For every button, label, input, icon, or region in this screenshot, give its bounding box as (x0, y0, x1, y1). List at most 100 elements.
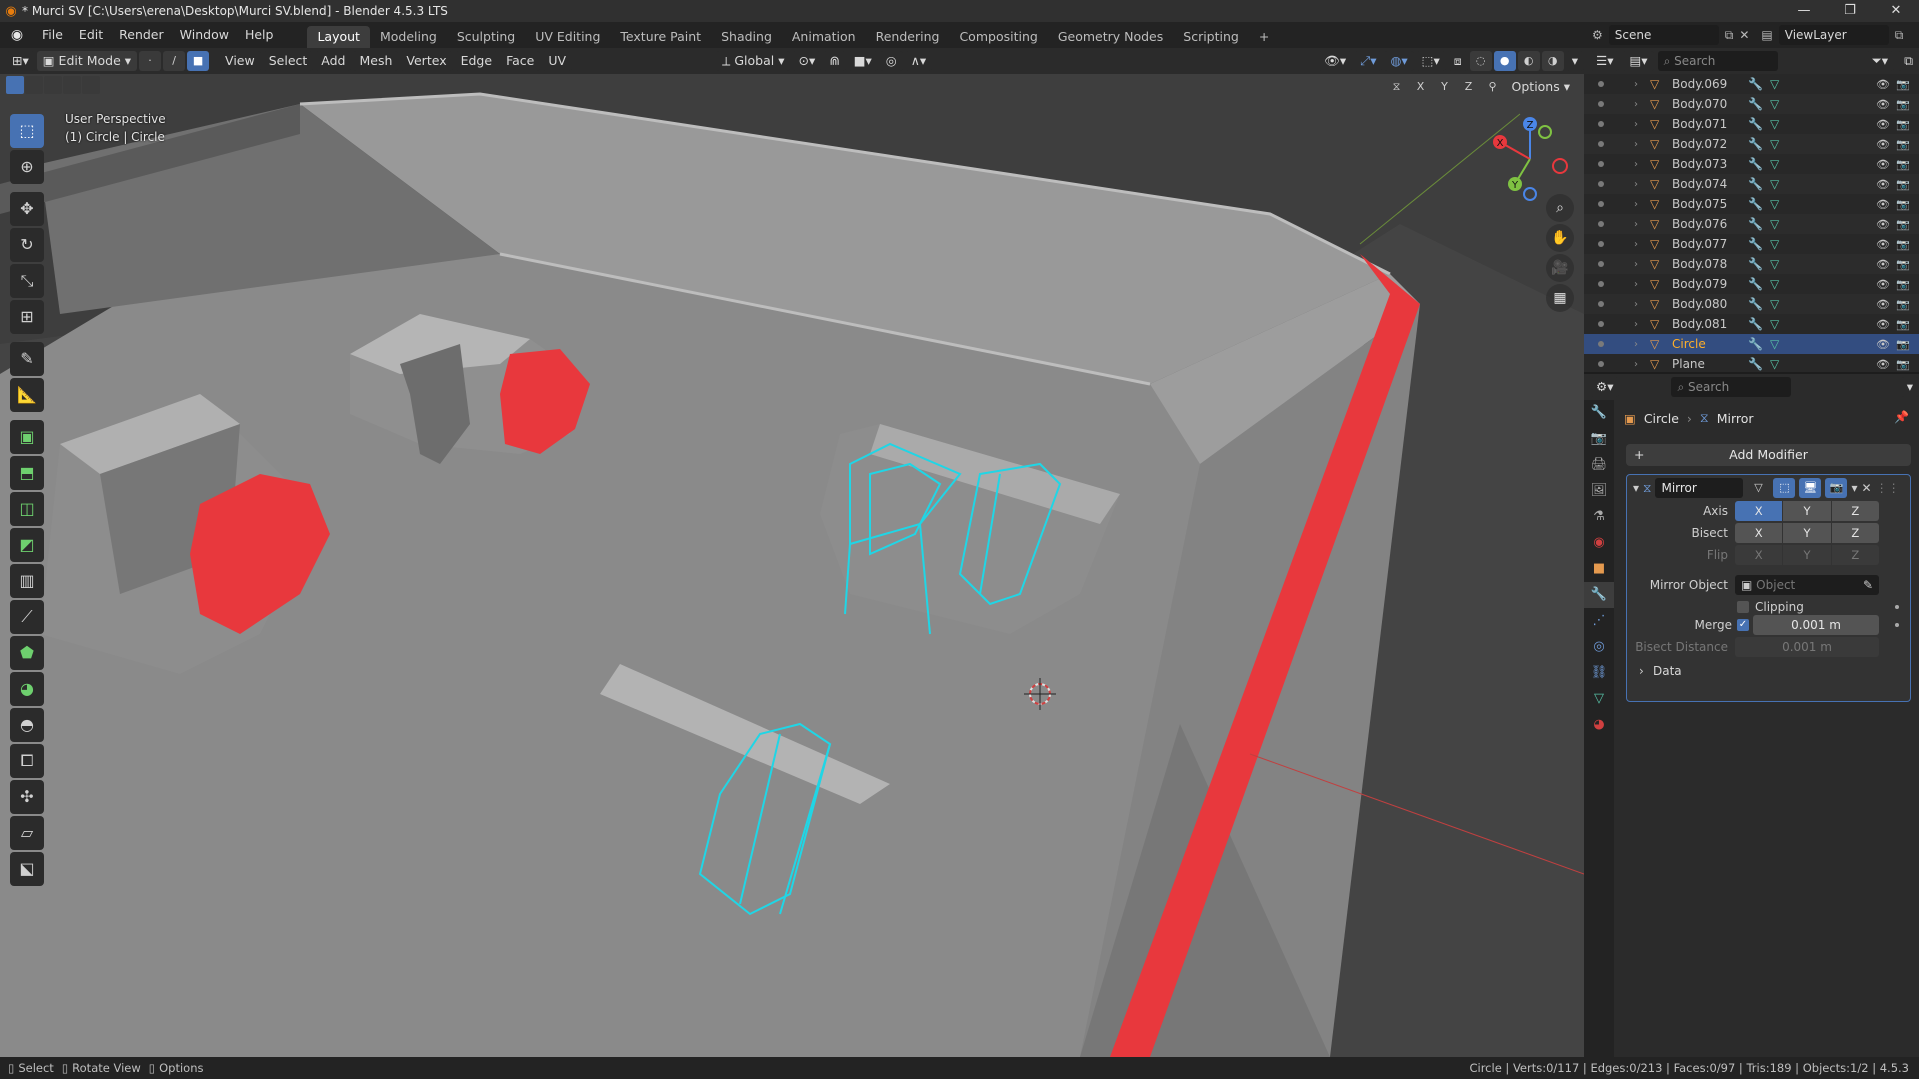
outliner-item-name[interactable]: Plane (1672, 357, 1705, 371)
modifier-icon[interactable]: 🔧 (1748, 177, 1763, 191)
camera-view-icon[interactable]: 🎥 (1546, 254, 1574, 282)
render-camera-icon[interactable]: 📷 (1896, 138, 1910, 151)
outliner-item-name[interactable]: Body.077 (1672, 237, 1727, 251)
mesh-data-icon[interactable]: ▽ (1770, 217, 1779, 231)
mesh-data-icon[interactable]: ▽ (1770, 157, 1779, 171)
expand-chevron-icon[interactable]: › (1634, 79, 1638, 90)
mesh-data-icon[interactable]: ▽ (1770, 177, 1779, 191)
eye-icon[interactable]: 👁 (1876, 298, 1890, 311)
transform-tool-icon[interactable]: ⊞ (10, 300, 44, 334)
tab-uv-editing[interactable]: UV Editing (525, 26, 610, 48)
object-tab-icon[interactable]: ■ (1584, 556, 1614, 582)
display-mode-icon[interactable]: ▤▾ (1623, 51, 1654, 71)
flip-y-toggle[interactable]: Y (1783, 545, 1831, 565)
render-camera-icon[interactable]: 📷 (1896, 338, 1910, 351)
outliner-item-name[interactable]: Body.070 (1672, 97, 1727, 111)
select-subtract-icon[interactable] (44, 76, 62, 94)
transform-orientation-dropdown[interactable]: ⟂ Global ▾ (716, 51, 791, 71)
expand-chevron-icon[interactable]: › (1634, 299, 1638, 310)
delete-scene-icon[interactable]: ✕ (1739, 28, 1749, 42)
properties-editor-type-icon[interactable]: ⚙▾ (1590, 377, 1620, 397)
expand-chevron-icon[interactable]: › (1634, 259, 1638, 270)
collapse-chevron-icon[interactable]: ▾ (1633, 481, 1639, 495)
render-camera-icon[interactable]: 📷 (1896, 218, 1910, 231)
material-shading-icon[interactable]: ◐ (1517, 51, 1540, 71)
expand-chevron-icon[interactable]: › (1634, 139, 1638, 150)
spin-tool-icon[interactable]: ◕ (10, 672, 44, 706)
bisect-distance-field[interactable]: 0.001 m (1735, 637, 1879, 657)
render-camera-icon[interactable]: 📷 (1896, 258, 1910, 271)
outliner-item[interactable]: › ▽ Body.071 🔧 ▽ 👁 📷 (1584, 114, 1919, 134)
merge-keyframe-icon[interactable] (1895, 623, 1899, 627)
outliner-item-name[interactable]: Body.074 (1672, 177, 1727, 191)
gizmo-neg-x-icon[interactable] (1552, 158, 1568, 174)
outliner-item[interactable]: › ▽ Circle 🔧 ▽ 👁 📷 (1584, 334, 1919, 354)
gizmo-neg-y-icon[interactable] (1538, 125, 1552, 139)
outliner-item-name[interactable]: Body.069 (1672, 77, 1727, 91)
expand-chevron-icon[interactable]: › (1634, 179, 1638, 190)
viewport-display-icon[interactable]: 🖥 (1799, 478, 1822, 498)
minimize-button[interactable]: — (1781, 0, 1827, 22)
exclude-checkbox-icon[interactable] (1598, 121, 1604, 127)
expand-chevron-icon[interactable]: › (1634, 319, 1638, 330)
clipping-checkbox[interactable] (1737, 601, 1749, 613)
close-window-button[interactable]: ✕ (1873, 0, 1919, 22)
pan-hand-icon[interactable]: ✋ (1546, 224, 1574, 252)
outliner-item[interactable]: › ▽ Body.078 🔧 ▽ 👁 📷 (1584, 254, 1919, 274)
modifier-icon[interactable]: 🔧 (1748, 357, 1763, 371)
options-dropdown[interactable]: Options ▾ (1506, 77, 1576, 97)
solid-shading-icon[interactable]: ● (1493, 51, 1516, 71)
exclude-checkbox-icon[interactable] (1598, 81, 1604, 87)
modifier-icon[interactable]: 🔧 (1748, 137, 1763, 151)
flip-z-toggle[interactable]: Z (1831, 545, 1879, 565)
drag-handle-icon[interactable]: ⋮⋮ (1876, 481, 1900, 495)
particles-tab-icon[interactable]: ⋰ (1584, 608, 1614, 634)
exclude-checkbox-icon[interactable] (1598, 261, 1604, 267)
eye-icon[interactable]: 👁 (1876, 338, 1890, 351)
modifier-icon[interactable]: 🔧 (1748, 217, 1763, 231)
exclude-checkbox-icon[interactable] (1598, 241, 1604, 247)
add-cube-tool-icon[interactable]: ▣ (10, 420, 44, 454)
eye-icon[interactable]: 👁 (1876, 178, 1890, 191)
modifier-name-field[interactable]: Mirror (1655, 478, 1744, 498)
shrink-fatten-tool-icon[interactable]: ✣ (10, 780, 44, 814)
visibility-icon[interactable]: 👁▾ (1318, 51, 1353, 71)
select-new-icon[interactable] (6, 76, 24, 94)
eye-icon[interactable]: 👁 (1876, 158, 1890, 171)
shear-tool-icon[interactable]: ▱ (10, 816, 44, 850)
menu-face[interactable]: Face (500, 51, 541, 71)
modifier-icon[interactable]: 🔧 (1748, 277, 1763, 291)
modifier-icon[interactable]: 🔧 (1748, 337, 1763, 351)
exclude-checkbox-icon[interactable] (1598, 101, 1604, 107)
menu-edit[interactable]: Edit (71, 22, 111, 48)
mesh-data-icon[interactable]: ▽ (1770, 197, 1779, 211)
select-extend-icon[interactable] (25, 76, 43, 94)
scale-tool-icon[interactable]: ⤡ (10, 264, 44, 298)
menu-uv[interactable]: UV (542, 51, 573, 71)
material-tab-icon[interactable]: ◕ (1584, 712, 1614, 738)
new-scene-icon[interactable]: ⧉ (1725, 28, 1734, 43)
exclude-checkbox-icon[interactable] (1598, 181, 1604, 187)
outliner-item-name[interactable]: Body.076 (1672, 217, 1727, 231)
face-select-icon[interactable]: ■ (187, 51, 210, 71)
properties-options-icon[interactable]: ▾ (1900, 377, 1919, 397)
outliner-editor-type-icon[interactable]: ☰▾ (1590, 51, 1620, 71)
measure-tool-icon[interactable]: 📐 (10, 378, 44, 412)
modifier-icon[interactable]: 🔧 (1748, 97, 1763, 111)
menu-view[interactable]: View (219, 51, 261, 71)
expand-chevron-icon[interactable]: › (1634, 219, 1638, 230)
eye-icon[interactable]: 👁 (1876, 358, 1890, 371)
shading-options-icon[interactable]: ▾ (1565, 51, 1584, 71)
exclude-checkbox-icon[interactable] (1598, 281, 1604, 287)
outliner-item-name[interactable]: Circle (1672, 337, 1706, 351)
outliner-item[interactable]: › ▽ Body.072 🔧 ▽ 👁 📷 (1584, 134, 1919, 154)
exclude-checkbox-icon[interactable] (1598, 141, 1604, 147)
expand-chevron-icon[interactable]: › (1634, 99, 1638, 110)
navigation-gizmo[interactable]: Z X Y (1485, 114, 1575, 204)
snap-target-icon[interactable]: ■▾ (847, 51, 878, 71)
render-camera-icon[interactable]: 📷 (1896, 278, 1910, 291)
view-layer-field[interactable]: ViewLayer (1778, 25, 1889, 45)
mesh-data-icon[interactable]: ▽ (1770, 357, 1779, 371)
exclude-checkbox-icon[interactable] (1598, 161, 1604, 167)
mesh-data-icon[interactable]: ▽ (1770, 337, 1779, 351)
